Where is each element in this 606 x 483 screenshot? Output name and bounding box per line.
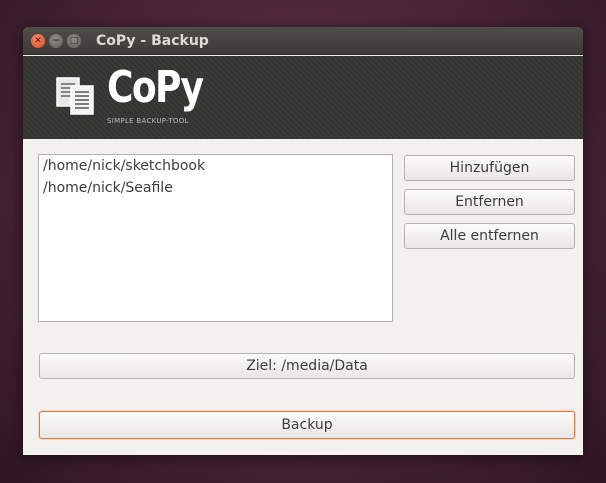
logo-wordmark: CoPy [107, 62, 204, 113]
add-button[interactable]: Hinzufügen [404, 155, 575, 181]
documents-icon [56, 77, 94, 115]
minimize-icon[interactable]: − [49, 34, 63, 48]
maximize-icon[interactable]: □ [67, 34, 81, 48]
logo-tagline: SIMPLE BACKUP-TOOL [107, 117, 189, 125]
window-title: CoPy - Backup [96, 33, 209, 49]
backup-button[interactable]: Backup [39, 411, 575, 439]
target-folder-button[interactable]: Ziel: /media/Data [39, 353, 575, 379]
title-bar[interactable]: ✕ − □ CoPy - Backup [23, 27, 583, 55]
close-icon[interactable]: ✕ [31, 34, 45, 48]
remove-button[interactable]: Entfernen [404, 189, 575, 215]
list-item[interactable]: /home/nick/sketchbook [39, 155, 392, 177]
remove-all-button[interactable]: Alle entfernen [404, 223, 575, 249]
list-item[interactable]: /home/nick/Seafile [39, 177, 392, 199]
main-window: ✕ − □ CoPy - Backup CoPy SIMPLE BACKUP-T… [23, 27, 583, 455]
header-banner: CoPy [23, 56, 583, 139]
source-folder-list[interactable]: /home/nick/sketchbook /home/nick/Seafile [38, 154, 393, 322]
